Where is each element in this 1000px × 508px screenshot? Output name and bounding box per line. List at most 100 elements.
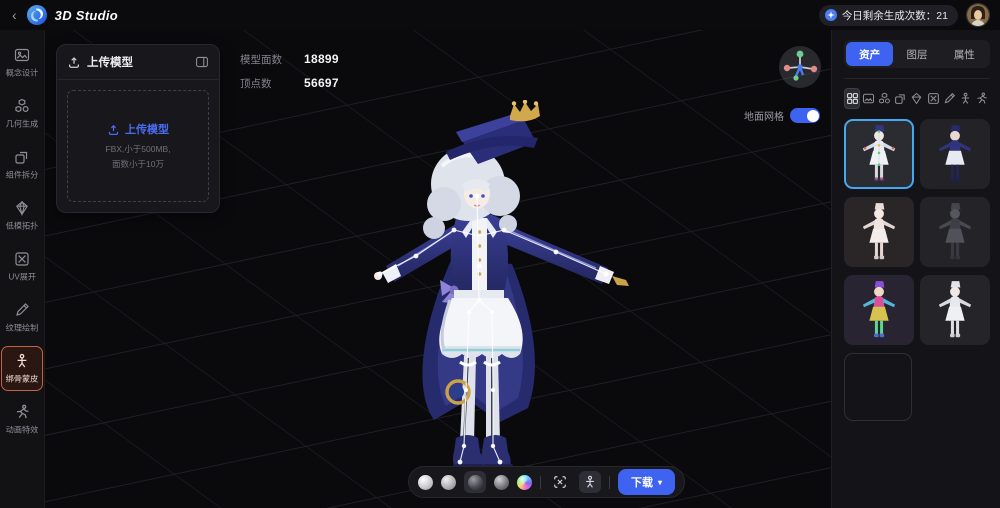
grid-all-icon (846, 93, 858, 104)
upload-cta-label: 上传模型 (125, 124, 169, 137)
bottom-toolbar: 下载 ▾ (408, 466, 686, 498)
app-root: ‹ 3D Studio 今日剩余生成次数：21 概念设计 几何生成 组件拆分 低… (0, 0, 1000, 508)
asset-filter-iconrow (844, 88, 990, 109)
right-panel: 资产 图层 属性 (831, 30, 1000, 508)
upload-hint-line1: FBX,小于500MB, (105, 144, 171, 155)
divider (609, 475, 610, 489)
sidebar-item-label: 组件拆分 (5, 170, 39, 180)
upload-icon (69, 57, 79, 68)
thumbnail-shaded-dark[interactable] (920, 119, 990, 189)
sidebar-item-topology[interactable]: 低模拓扑 (1, 193, 43, 238)
upload-hint-line2: 面数小于10万 (112, 158, 164, 169)
vertices-value: 56697 (304, 76, 339, 90)
quota-text: 今日剩余生成次数：21 (841, 9, 948, 22)
filter-texture-button[interactable] (941, 88, 957, 109)
tab-assets[interactable]: 资产 (846, 42, 894, 66)
tab-layers[interactable]: 图层 (893, 42, 940, 66)
upload-panel-title: 上传模型 (87, 57, 133, 69)
material-sphere-light-gray[interactable] (441, 474, 456, 490)
sidebar-item-texture[interactable]: 纹理绘制 (1, 295, 43, 340)
components-icon (895, 94, 905, 104)
divider (540, 475, 541, 489)
skeleton-frame-button[interactable] (549, 471, 571, 493)
filter-animation-button[interactable] (974, 88, 990, 109)
sidebar-item-uv[interactable]: UV展开 (1, 244, 43, 289)
faces-label: 模型面数 (240, 54, 282, 66)
sidebar-item-label: UV展开 (8, 272, 36, 282)
avatar[interactable] (966, 3, 990, 27)
filter-topology-button[interactable] (909, 88, 925, 109)
faces-value: 18899 (304, 52, 339, 66)
upload-dropzone[interactable]: 上传模型 FBX,小于500MB, 面数小于10万 (67, 90, 209, 202)
concept-image-icon (862, 93, 874, 104)
divider (57, 79, 219, 80)
back-button[interactable]: ‹ (10, 8, 19, 22)
thumbnail-uv-rainbow[interactable] (844, 275, 914, 345)
texture-pen-icon (944, 92, 956, 104)
sidebar-item-label: 低模拓扑 (5, 221, 39, 231)
material-sphere-dark-selected[interactable] (464, 471, 486, 493)
sidebar-item-label: 纹理绘制 (5, 323, 39, 333)
quota-badge: 今日剩余生成次数：21 (818, 4, 958, 26)
sidebar-item-label: 几何生成 (5, 119, 39, 129)
topbar: ‹ 3D Studio 今日剩余生成次数：21 (0, 0, 1000, 30)
upload-icon (108, 124, 119, 135)
concept-image-icon (14, 48, 30, 62)
collapse-panel-icon[interactable] (195, 55, 209, 69)
ground-grid-label: 地面网格 (744, 112, 784, 123)
filter-geometry-button[interactable] (876, 88, 892, 109)
sidebar-item-label: 概念设计 (5, 68, 39, 78)
divider (844, 78, 990, 79)
rig-dots-overlay (862, 130, 896, 180)
sparkle-icon (824, 9, 837, 21)
thumbnail-clay-pink[interactable] (844, 197, 914, 267)
topology-diamond-icon (912, 92, 922, 105)
sidebar-item-geometry[interactable]: 几何生成 (1, 91, 43, 136)
tab-properties[interactable]: 属性 (941, 42, 988, 66)
thumbnail-wireframe-dim[interactable] (920, 197, 990, 267)
material-sphere-metal[interactable] (494, 474, 509, 490)
filter-rig-button[interactable] (958, 88, 974, 109)
material-sphere-white[interactable] (418, 474, 433, 490)
animation-runner-icon (977, 92, 988, 104)
sidebar-item-label: 绑骨蒙皮 (5, 374, 39, 384)
frame-x-icon (554, 476, 566, 488)
download-button[interactable]: 下载 ▾ (618, 469, 676, 495)
sidebar-item-components[interactable]: 组件拆分 (1, 142, 43, 187)
sidebar-item-label: 动画特效 (5, 425, 39, 435)
model-stats: 模型面数 18899 顶点数 56697 (240, 52, 339, 91)
vertices-label: 顶点数 (240, 78, 272, 90)
filter-all-button[interactable] (844, 88, 861, 109)
filter-concept-button[interactable] (860, 88, 876, 109)
right-panel-tabs: 资产 图层 属性 (844, 40, 990, 68)
character-model[interactable] (350, 100, 650, 482)
sidebar-item-animation[interactable]: 动画特效 (1, 397, 43, 442)
thumbnail-clay-white[interactable] (920, 275, 990, 345)
bind-pose-button[interactable] (579, 471, 601, 493)
filter-components-button[interactable] (893, 88, 909, 109)
animation-runner-icon (16, 404, 29, 419)
download-label: 下载 (631, 477, 653, 489)
material-sphere-dark (467, 474, 483, 490)
left-sidebar: 概念设计 几何生成 组件拆分 低模拓扑 UV展开 纹理绘制 绑骨蒙皮 动画特效 (0, 30, 45, 508)
rig-person-icon (962, 92, 970, 104)
sidebar-item-concept[interactable]: 概念设计 (1, 40, 43, 85)
geometry-icon (879, 92, 890, 104)
upload-model-panel: 上传模型 上传模型 FBX,小于500MB, 面数小于10万 (56, 44, 220, 213)
sidebar-item-rigging[interactable]: 绑骨蒙皮 (1, 346, 43, 391)
filter-uv-button[interactable] (925, 88, 941, 109)
viewport-3d[interactable]: 上传模型 上传模型 FBX,小于500MB, 面数小于10万 模型面数 1889… (44, 30, 832, 508)
texture-pen-icon (16, 303, 29, 316)
thumbnail-empty-slot[interactable] (844, 353, 912, 421)
uv-unwrap-icon (15, 252, 29, 266)
person-icon (586, 475, 594, 488)
app-logo-icon (26, 5, 47, 25)
orientation-gizmo[interactable] (778, 45, 822, 89)
uv-unwrap-icon (927, 93, 939, 104)
material-sphere-rainbow[interactable] (517, 474, 532, 490)
thumbnail-rigged-t-pose[interactable] (844, 119, 914, 189)
ground-grid-toggle-row: 地面网格 (744, 108, 820, 123)
ground-grid-switch[interactable] (790, 108, 820, 123)
rig-person-icon (17, 353, 27, 368)
topology-diamond-icon (16, 200, 28, 216)
